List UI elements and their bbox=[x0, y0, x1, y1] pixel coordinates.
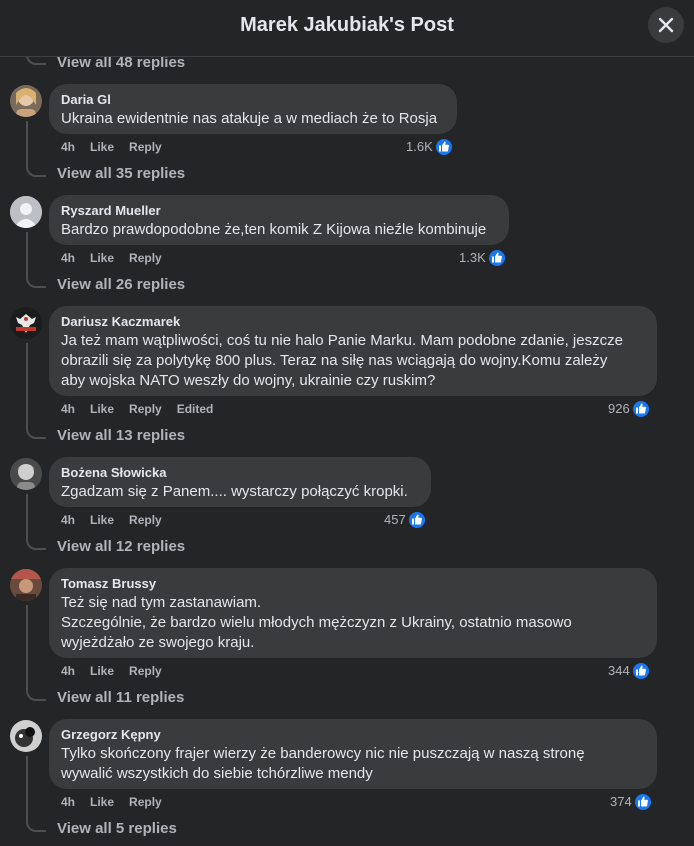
comment-bubble: Grzegorz Kępny Tylko skończony frajer wi… bbox=[49, 719, 657, 789]
avatar[interactable] bbox=[10, 458, 42, 490]
reply-button[interactable]: Reply bbox=[129, 795, 162, 809]
comment-time[interactable]: 4h bbox=[61, 795, 75, 809]
comment-time[interactable]: 4h bbox=[61, 251, 75, 265]
reply-thread-line bbox=[26, 121, 46, 177]
reaction-count[interactable]: 1.3K bbox=[459, 249, 506, 267]
view-replies-link[interactable]: View all 12 replies bbox=[57, 538, 185, 556]
reaction-count-value: 1.6K bbox=[406, 139, 433, 154]
comment-actions: 4h Like Reply bbox=[61, 139, 177, 155]
avatar[interactable] bbox=[10, 720, 42, 752]
comment-time[interactable]: 4h bbox=[61, 140, 75, 154]
reaction-count-value: 926 bbox=[608, 401, 630, 416]
thumbs-up-icon bbox=[487, 249, 506, 267]
reaction-count-value: 374 bbox=[610, 794, 632, 809]
comment-bubble: Dariusz Kaczmarek Ja też mam wątpliwości… bbox=[49, 306, 657, 396]
reply-thread-line bbox=[26, 756, 46, 832]
comment-author[interactable]: Grzegorz Kępny bbox=[61, 727, 645, 743]
like-button[interactable]: Like bbox=[90, 664, 114, 678]
avatar[interactable] bbox=[10, 196, 42, 228]
thumbs-up-icon bbox=[407, 511, 426, 529]
reaction-count[interactable]: 457 bbox=[384, 511, 426, 529]
comment-author[interactable]: Dariusz Kaczmarek bbox=[61, 314, 645, 330]
comment-text: Też się nad tym zastanawiam. Szczególnie… bbox=[61, 594, 572, 651]
thumbs-up-icon bbox=[631, 400, 650, 418]
reply-button[interactable]: Reply bbox=[129, 664, 162, 678]
close-button[interactable] bbox=[648, 7, 684, 43]
reply-thread-line bbox=[26, 57, 46, 65]
view-replies-link[interactable]: View all 48 replies bbox=[57, 57, 185, 72]
comment-author[interactable]: Daria Gl bbox=[61, 92, 445, 108]
edited-label: Edited bbox=[176, 402, 214, 416]
post-dialog-header: Marek Jakubiak's Post bbox=[0, 0, 694, 57]
close-icon bbox=[658, 17, 674, 33]
reply-thread-line bbox=[26, 605, 46, 701]
like-button[interactable]: Like bbox=[90, 402, 114, 416]
comment-text: Bardzo prawdopodobne że,ten komik Z Kijo… bbox=[61, 221, 487, 238]
comment-actions: 4h Like Reply bbox=[61, 512, 177, 528]
comment-text: Ukraina ewidentnie nas atakuje a w media… bbox=[61, 110, 438, 127]
view-replies-link[interactable]: View all 5 replies bbox=[57, 820, 177, 838]
view-replies-link[interactable]: View all 11 replies bbox=[57, 689, 184, 707]
reaction-count-value: 457 bbox=[384, 512, 406, 527]
avatar[interactable] bbox=[10, 569, 42, 601]
comment-actions: 4h Like Reply bbox=[61, 250, 177, 266]
like-button[interactable]: Like bbox=[90, 795, 114, 809]
reply-thread-line bbox=[26, 232, 46, 288]
comment-author[interactable]: Bożena Słowicka bbox=[61, 465, 419, 481]
comment-time[interactable]: 4h bbox=[61, 513, 75, 527]
reply-button[interactable]: Reply bbox=[129, 251, 162, 265]
view-replies-link[interactable]: View all 35 replies bbox=[57, 165, 185, 183]
comment-author[interactable]: Ryszard Mueller bbox=[61, 203, 497, 219]
thumbs-up-icon bbox=[434, 138, 453, 156]
reply-button[interactable]: Reply bbox=[129, 513, 162, 527]
comment-bubble: Ryszard Mueller Bardzo prawdopodobne że,… bbox=[49, 195, 509, 245]
comment-actions: 4h Like Reply bbox=[61, 794, 177, 810]
reaction-count[interactable]: 344 bbox=[608, 662, 650, 680]
avatar[interactable] bbox=[10, 307, 42, 339]
view-replies-link[interactable]: View all 13 replies bbox=[57, 427, 185, 445]
comment-text: Ja też mam wątpliwości, coś tu nie halo … bbox=[61, 332, 623, 389]
comment-actions: 4h Like Reply bbox=[61, 663, 177, 679]
reply-button[interactable]: Reply bbox=[129, 402, 162, 416]
reaction-count[interactable]: 1.6K bbox=[406, 138, 453, 156]
view-replies-link[interactable]: View all 26 replies bbox=[57, 276, 185, 294]
post-title: Marek Jakubiak's Post bbox=[240, 14, 454, 36]
comment-text: Tylko skończony frajer wierzy że bandero… bbox=[61, 745, 585, 782]
comment-bubble: Tomasz Brussy Też się nad tym zastanawia… bbox=[49, 568, 657, 658]
comment-author[interactable]: Tomasz Brussy bbox=[61, 576, 645, 592]
thumbs-up-icon bbox=[631, 662, 650, 680]
like-button[interactable]: Like bbox=[90, 140, 114, 154]
reply-thread-line bbox=[26, 343, 46, 439]
reply-button[interactable]: Reply bbox=[129, 140, 162, 154]
thumbs-up-icon bbox=[633, 793, 652, 811]
reaction-count[interactable]: 926 bbox=[608, 400, 650, 418]
reaction-count-value: 344 bbox=[608, 663, 630, 678]
like-button[interactable]: Like bbox=[90, 513, 114, 527]
comment-actions: 4h Like Reply Edited bbox=[61, 401, 228, 417]
like-button[interactable]: Like bbox=[90, 251, 114, 265]
comment-time[interactable]: 4h bbox=[61, 402, 75, 416]
reply-thread-line bbox=[26, 494, 46, 550]
comment-bubble: Daria Gl Ukraina ewidentnie nas atakuje … bbox=[49, 84, 457, 134]
comment-time[interactable]: 4h bbox=[61, 664, 75, 678]
comment-bubble: Bożena Słowicka Zgadzam się z Panem.... … bbox=[49, 457, 431, 507]
reaction-count[interactable]: 374 bbox=[610, 793, 652, 811]
reaction-count-value: 1.3K bbox=[459, 250, 486, 265]
comments-feed: View all 48 replies Daria Gl Ukraina ewi… bbox=[0, 57, 694, 846]
avatar[interactable] bbox=[10, 85, 42, 117]
comment-text: Zgadzam się z Panem.... wystarczy połącz… bbox=[61, 483, 408, 500]
